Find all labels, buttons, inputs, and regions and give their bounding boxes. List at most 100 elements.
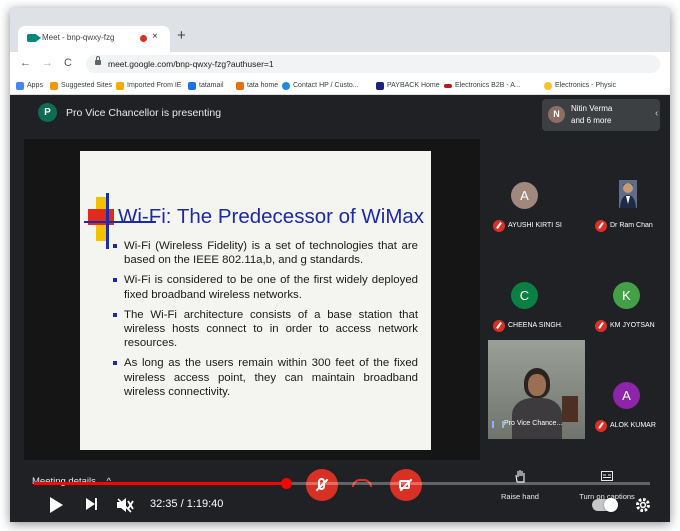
bookmark-apps[interactable]: Apps [16,80,43,91]
bookmark-label: Electronics B2B - A... [455,82,521,89]
recording-dot-icon [140,35,147,42]
mic-off-icon [493,220,505,232]
meeting-controls: Meeting details ^ Raise hand Turn on cap… [10,465,670,522]
video-progress-played [34,482,286,485]
slide-bullet: As long as the users remain within 300 f… [112,356,418,399]
self-view-name: Pro Vice Chance... [504,420,563,427]
presenter-avatar: P [38,103,57,122]
play-icon[interactable] [50,497,63,513]
presentation-stage: Wi-Fi: The Predecessor of WiMax Wi-Fi (W… [24,139,480,460]
folder-icon [116,81,124,90]
participant-tile[interactable]: C CHEENA SINGH... [488,280,562,338]
meet-window: P Pro Vice Chancellor is presenting N Ni… [10,95,670,522]
address-bar[interactable]: meet.google.com/bnp-qwxy-fzg?authuser=1 [86,55,660,73]
camera-toggle-button[interactable] [390,469,422,501]
captions-button[interactable]: Turn on captions [574,469,640,501]
screenshot-frame: Meet - bnp-qwxy-fzg × + ← → C meet.googl… [10,8,670,522]
bookmark-icon [444,83,452,88]
bookmark-tata-home[interactable]: tata home [236,80,278,91]
participant-tile[interactable]: K KM JYOTSAN [590,280,662,338]
participant-name: AYUSHI KIRTI SI... [508,222,562,229]
participant-name: ALOK KUMAR [610,422,656,429]
bookmark-electronics-b2b[interactable]: Electronics B2B - A... [444,80,521,91]
bookmark-icon [376,81,384,90]
bookmark-suggested-sites[interactable]: Suggested Sites [50,80,112,91]
participant-count: and 6 more [571,116,612,125]
mute-icon[interactable] [116,497,134,513]
video-prop [562,396,578,422]
participant-name: KM JYOTSAN [610,322,655,329]
bookmark-icon [282,81,290,90]
apps-grid-icon [16,81,24,90]
participant-tile[interactable]: Dr Ram Chan [590,180,662,238]
bookmark-label: tata home [247,82,279,89]
gear-icon[interactable] [634,496,652,514]
participant-avatar: N [548,106,565,123]
participant-avatar: A [613,382,640,409]
bookmarks-bar: Apps Suggested Sites Imported From IE ta… [10,76,670,95]
bookmark-electronics-physic[interactable]: Electronics - Physic [544,80,616,91]
mic-off-icon [595,320,607,332]
presentation-slide: Wi-Fi: The Predecessor of WiMax Wi-Fi (W… [80,151,431,450]
bookmark-payback-home[interactable]: PAYBACK Home [376,80,440,91]
reload-icon[interactable]: C [64,57,72,69]
lock-icon [95,56,101,65]
bookmark-icon [544,81,552,90]
chevron-left-icon[interactable]: ‹ [655,108,658,119]
bookmark-icon [236,81,244,90]
mic-off-icon [493,320,505,332]
hand-icon [515,470,525,483]
participant-tile[interactable]: A ALOK KUMAR [590,380,662,438]
participant-name: Nitin Verma [571,104,613,113]
participant-avatar: A [511,182,538,209]
bookmark-label: PAYBACK Home [387,82,440,89]
autoplay-toggle[interactable] [592,498,618,512]
slide-bullet: The Wi-Fi architecture consists of a bas… [112,308,418,351]
bookmark-icon [50,81,58,90]
mic-off-icon [595,420,607,432]
progress-scrubber-handle[interactable] [280,478,292,489]
bookmark-label: tatamail [199,82,224,89]
raise-hand-button[interactable]: Raise hand [492,469,548,501]
meet-favicon-icon [27,34,41,42]
new-tab-button[interactable]: + [177,27,186,44]
participant-photo [619,180,637,208]
video-time: 32:35 / 1:19:40 [150,498,224,510]
tab-meet[interactable]: Meet - bnp-qwxy-fzg × [18,26,170,52]
participant-name: CHEENA SINGH... [508,322,562,329]
back-arrow-icon[interactable]: ← [20,57,31,69]
participants-chip[interactable]: N Nitin Verma and 6 more ‹ [542,99,660,131]
bookmark-label: Suggested Sites [61,82,112,89]
bookmark-icon [188,81,196,90]
next-icon[interactable] [86,498,97,510]
slide-bullets: Wi-Fi (Wireless Fidelity) is a set of te… [112,239,418,405]
bookmark-contact-hp[interactable]: Contact HP / Custo... [282,80,359,91]
slide-bullet: Wi-Fi (Wireless Fidelity) is a set of te… [112,239,418,267]
video-progress-bar[interactable] [34,478,650,489]
tab-strip: Meet - bnp-qwxy-fzg × + [10,8,670,52]
video-person-body [512,398,562,439]
bookmark-label: Contact HP / Custo... [293,82,359,89]
slide-bullet: Wi-Fi is considered to be one of the fir… [112,273,418,301]
participant-avatar: C [511,282,538,309]
tab-title: Meet - bnp-qwxy-fzg [42,33,115,42]
raise-hand-label: Raise hand [501,492,539,501]
speaking-indicator-icon [492,421,504,428]
bookmark-imported-from-ie[interactable]: Imported From IE [116,80,181,91]
browser-toolbar: ← → C meet.google.com/bnp-qwxy-fzg?authu… [10,52,670,76]
url-text: meet.google.com/bnp-qwxy-fzg?authuser=1 [108,59,274,69]
tab-close-icon[interactable]: × [152,31,158,42]
mic-toggle-button[interactable] [306,469,338,501]
video-person-face [528,374,546,396]
participant-name: Dr Ram Chan [610,222,653,229]
bookmark-label: Apps [27,82,43,89]
mic-off-icon [595,220,607,232]
participant-tile[interactable]: A AYUSHI KIRTI SI... [488,180,562,238]
presenting-label: Pro Vice Chancellor is presenting [66,107,222,119]
slide-title: Wi-Fi: The Predecessor of WiMax [118,205,425,228]
forward-arrow-icon[interactable]: → [42,57,53,69]
bookmark-label: Electronics - Physic [555,82,617,89]
bookmark-tatamail[interactable]: tatamail [188,80,224,91]
captions-icon [601,471,613,481]
self-view-video[interactable]: Pro Vice Chance... [488,340,585,439]
